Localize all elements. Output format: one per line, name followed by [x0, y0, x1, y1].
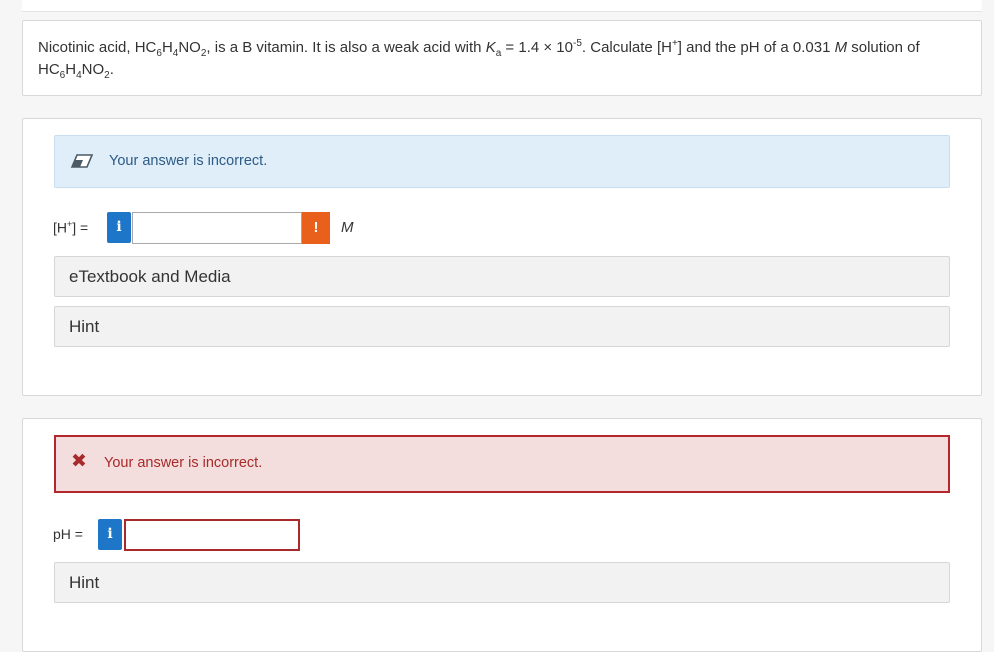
part-1-card: Your answer is incorrect. [H+] = i ! M e… — [22, 118, 982, 396]
feedback-banner-incorrect: Your answer is incorrect. — [54, 135, 950, 188]
ph-input[interactable] — [124, 519, 300, 551]
h-plus-input[interactable] — [132, 212, 302, 244]
h-plus-label: [H+] = — [53, 219, 89, 236]
question-text-fragment: NO — [81, 61, 105, 78]
ph-label: pH = — [53, 526, 83, 542]
exclamation-icon: ! — [302, 212, 330, 244]
x-mark-icon: ✖ — [71, 451, 87, 472]
unit-label: M — [341, 219, 354, 236]
question-text-fragment: NO — [178, 39, 201, 56]
info-icon: i — [107, 526, 113, 542]
info-button[interactable]: i — [107, 212, 131, 243]
info-button[interactable]: i — [98, 519, 122, 550]
hint-expander[interactable]: Hint — [54, 562, 950, 603]
question-text: Nicotinic acid, HC6H4NO2, is a B vitamin… — [38, 37, 966, 81]
previous-card-edge — [22, 0, 982, 12]
question-text-fragment: ] and the pH of a 0.031 — [677, 39, 835, 56]
question-text-fragment: H — [65, 61, 77, 78]
question-text-fragment: . Calculate [H — [581, 39, 672, 56]
question-text-fragment: , is a B vitamin. It is also a weak acid… — [206, 39, 486, 56]
ph-answer-row: pH = i — [53, 519, 353, 551]
question-text-fragment: . — [109, 61, 114, 78]
question-text-fragment: K — [485, 39, 496, 56]
etextbook-and-media-expander[interactable]: eTextbook and Media — [54, 256, 950, 297]
question-text-fragment: -5 — [573, 38, 582, 49]
hint-expander[interactable]: Hint — [54, 306, 950, 347]
question-text-fragment: = 1.4 × 10 — [501, 39, 573, 56]
feedback-text: Your answer is incorrect. — [109, 153, 268, 169]
info-icon: i — [116, 219, 122, 235]
question-text-fragment: Nicotinic acid, HC — [38, 39, 157, 56]
question-text-fragment: H — [161, 39, 173, 56]
pencil-eraser-icon — [70, 154, 94, 168]
feedback-text: Your answer is incorrect. — [104, 455, 263, 471]
feedback-banner-incorrect: ✖ Your answer is incorrect. — [54, 435, 950, 493]
h-plus-answer-row: [H+] = i ! M — [53, 212, 453, 244]
part-2-card: ✖ Your answer is incorrect. pH = i Hint — [22, 418, 982, 652]
question-card: Nicotinic acid, HC6H4NO2, is a B vitamin… — [22, 20, 982, 96]
question-text-fragment: M — [834, 39, 848, 56]
